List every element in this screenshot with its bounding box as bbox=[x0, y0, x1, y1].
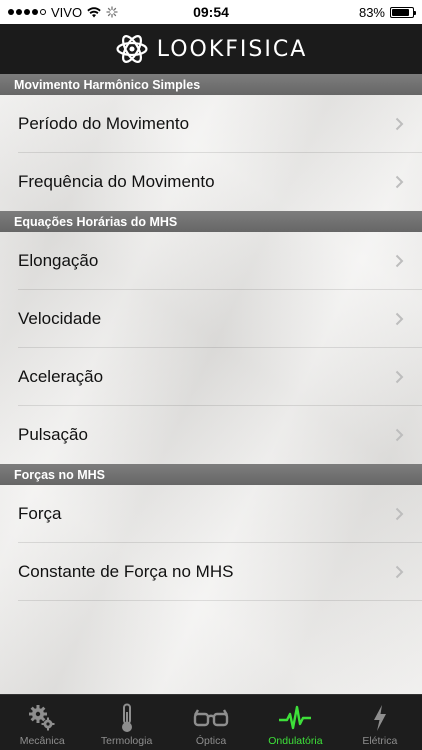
tab-label: Termologia bbox=[100, 735, 153, 747]
battery-percent: 83% bbox=[358, 4, 385, 20]
chevron-right-icon bbox=[395, 312, 404, 326]
list-item-label: Força bbox=[18, 504, 62, 523]
list-item-label: Constante de Força no MHS bbox=[18, 562, 234, 581]
app-header: LOOKFISICA bbox=[0, 24, 422, 74]
list-item-label: Elongação bbox=[18, 251, 99, 270]
tab-ondulatoria[interactable]: Ondulatória bbox=[253, 695, 337, 750]
list-item-label: Pulsação bbox=[18, 425, 88, 444]
section-header-equacoes: Equações Horárias do MHS bbox=[0, 211, 422, 232]
battery-fill bbox=[392, 8, 409, 16]
tab-label: Mecânica bbox=[19, 735, 65, 747]
status-bar: VIVO 09:54 83% bbox=[0, 0, 422, 24]
signal-strength-icon bbox=[8, 9, 46, 15]
app-title: LOOKFISICA bbox=[156, 36, 308, 62]
tab-label: Elétrica bbox=[362, 735, 398, 747]
clock: 09:54 bbox=[193, 4, 229, 20]
chevron-right-icon bbox=[395, 565, 404, 579]
wave-pulse-icon bbox=[278, 701, 312, 735]
tab-mecanica[interactable]: Mecânica bbox=[0, 695, 84, 750]
list-item-aceleracao[interactable]: Aceleração bbox=[0, 348, 422, 406]
list-item-pulsacao[interactable]: Pulsação bbox=[0, 406, 422, 464]
list-item-velocidade[interactable]: Velocidade bbox=[0, 290, 422, 348]
topic-list: Movimento Harmônico Simples Período do M… bbox=[0, 74, 422, 694]
chevron-right-icon bbox=[395, 254, 404, 268]
list-item-label: Aceleração bbox=[18, 367, 104, 386]
list-item-forca[interactable]: Força bbox=[0, 485, 422, 543]
tab-optica[interactable]: Óptica bbox=[169, 695, 253, 750]
list-item-frequencia[interactable]: Frequência do Movimento bbox=[0, 153, 422, 211]
battery-icon bbox=[390, 6, 416, 18]
tab-label: Ondulatória bbox=[268, 735, 323, 747]
status-left: VIVO bbox=[8, 5, 118, 20]
chevron-right-icon bbox=[395, 370, 404, 384]
list-item-label: Velocidade bbox=[18, 309, 102, 328]
list-item-periodo[interactable]: Período do Movimento bbox=[0, 95, 422, 153]
list-item-elongacao[interactable]: Elongação bbox=[0, 232, 422, 290]
activity-spinner-icon bbox=[106, 6, 118, 18]
chevron-right-icon bbox=[395, 507, 404, 521]
chevron-right-icon bbox=[395, 117, 404, 131]
list-item-label: Frequência do Movimento bbox=[18, 172, 215, 191]
lightning-icon bbox=[372, 701, 388, 735]
wifi-icon bbox=[87, 6, 101, 17]
tab-label: Óptica bbox=[195, 735, 227, 747]
chevron-right-icon bbox=[395, 428, 404, 442]
section-header-mhs: Movimento Harmônico Simples bbox=[0, 74, 422, 95]
atom-logo-icon bbox=[116, 35, 148, 63]
glasses-icon bbox=[193, 701, 229, 735]
gears-icon bbox=[27, 701, 57, 735]
tab-bar: Mecânica Termologia Óptica Ondulatória E… bbox=[0, 694, 422, 750]
tab-termologia[interactable]: Termologia bbox=[84, 695, 168, 750]
list-item-constante-forca[interactable]: Constante de Força no MHS bbox=[0, 543, 422, 601]
carrier-label: VIVO bbox=[51, 4, 83, 20]
list-item-label: Período do Movimento bbox=[18, 114, 190, 133]
tab-eletrica[interactable]: Elétrica bbox=[338, 695, 422, 750]
status-right: 83% bbox=[358, 4, 416, 20]
section-header-forcas: Forças no MHS bbox=[0, 464, 422, 485]
thermometer-icon bbox=[120, 701, 134, 735]
chevron-right-icon bbox=[395, 175, 404, 189]
